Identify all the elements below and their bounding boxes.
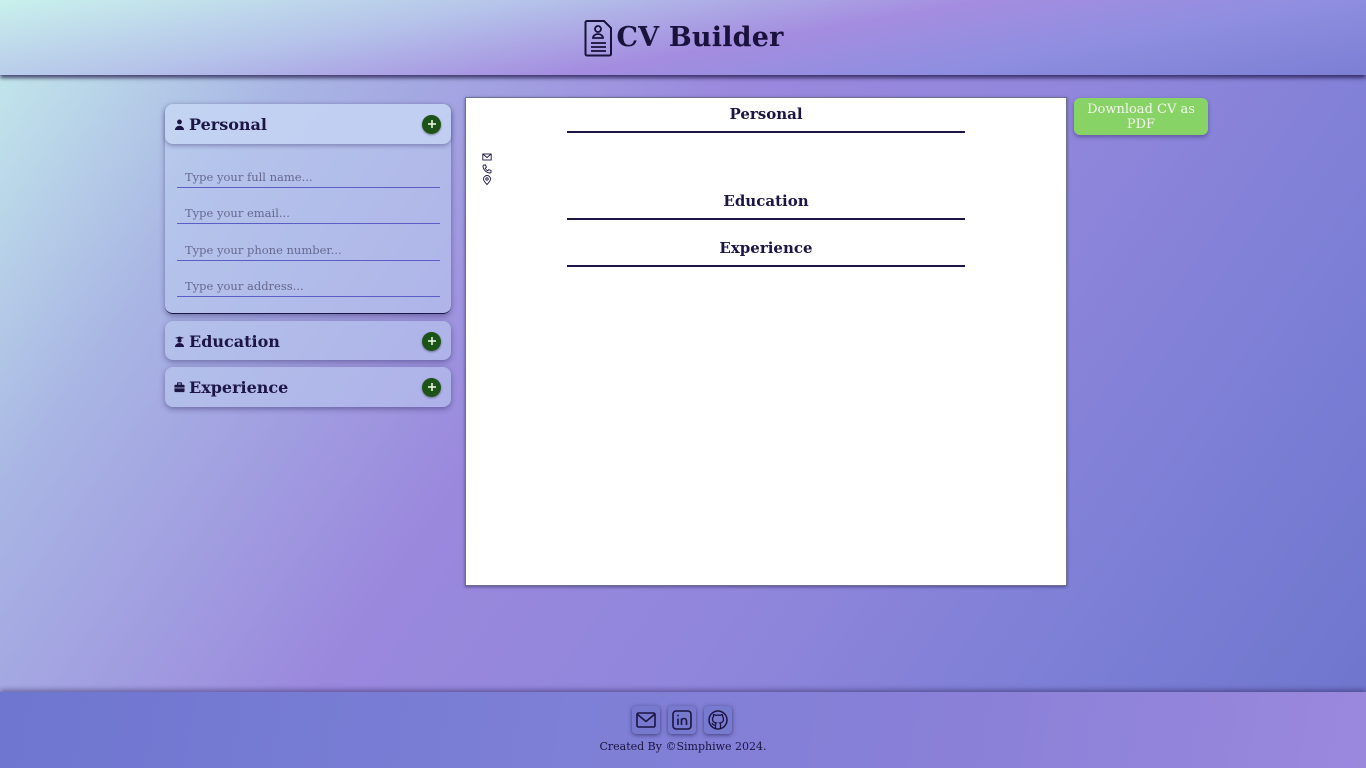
plus-icon [427, 383, 436, 391]
cv-experience-section: Experience [567, 239, 965, 267]
footer: Created By ©Simphiwe 2024. [0, 692, 1366, 768]
phone-input[interactable] [177, 239, 440, 261]
cv-education-divider [567, 218, 965, 220]
full-name-input[interactable] [177, 166, 440, 188]
github-link[interactable] [704, 706, 732, 734]
briefcase-icon [174, 381, 185, 392]
plus-icon [427, 337, 436, 345]
person-icon [174, 119, 185, 130]
education-section-title: Education [189, 331, 280, 351]
download-pdf-button[interactable]: Download CV as PDF [1074, 98, 1208, 135]
personal-section-title: Personal [189, 114, 267, 134]
address-input[interactable] [177, 275, 440, 297]
app-header: CV Builder [0, 0, 1366, 75]
cv-education-section: Education [567, 192, 965, 220]
brand: CV Builder [582, 19, 783, 57]
linkedin-icon [672, 710, 692, 730]
location-icon [483, 175, 491, 185]
graduate-icon [174, 335, 185, 347]
personal-section-header[interactable]: Personal [165, 104, 451, 144]
add-education-button[interactable] [422, 331, 441, 351]
education-panel: Education [165, 321, 451, 360]
cv-personal-heading: Personal [729, 105, 803, 123]
email-input[interactable] [177, 202, 440, 224]
cv-preview: Personal Education Experience [465, 97, 1067, 586]
add-experience-button[interactable] [422, 377, 441, 397]
experience-section-title: Experience [189, 377, 289, 397]
cv-personal-section: Personal [567, 105, 965, 133]
personal-panel: Personal [165, 104, 451, 314]
cv-education-heading: Education [723, 192, 809, 210]
cv-experience-divider [567, 265, 965, 267]
education-section-header[interactable]: Education [165, 321, 451, 361]
cv-personal-divider [567, 131, 965, 133]
plus-icon [427, 120, 436, 128]
cv-experience-heading: Experience [719, 239, 813, 257]
phone-icon [482, 164, 492, 174]
email-link[interactable] [632, 706, 660, 734]
resume-document-icon [584, 19, 613, 56]
linkedin-link[interactable] [668, 706, 696, 734]
email-icon [482, 153, 492, 161]
social-links [632, 706, 732, 734]
add-personal-button[interactable] [422, 114, 441, 134]
experience-section-header[interactable]: Experience [165, 367, 451, 407]
app-title: CV Builder [616, 22, 784, 53]
experience-panel: Experience [165, 367, 451, 407]
email-icon [636, 712, 656, 728]
footer-credit: Created By ©Simphiwe 2024. [599, 740, 767, 753]
github-icon [708, 710, 728, 730]
